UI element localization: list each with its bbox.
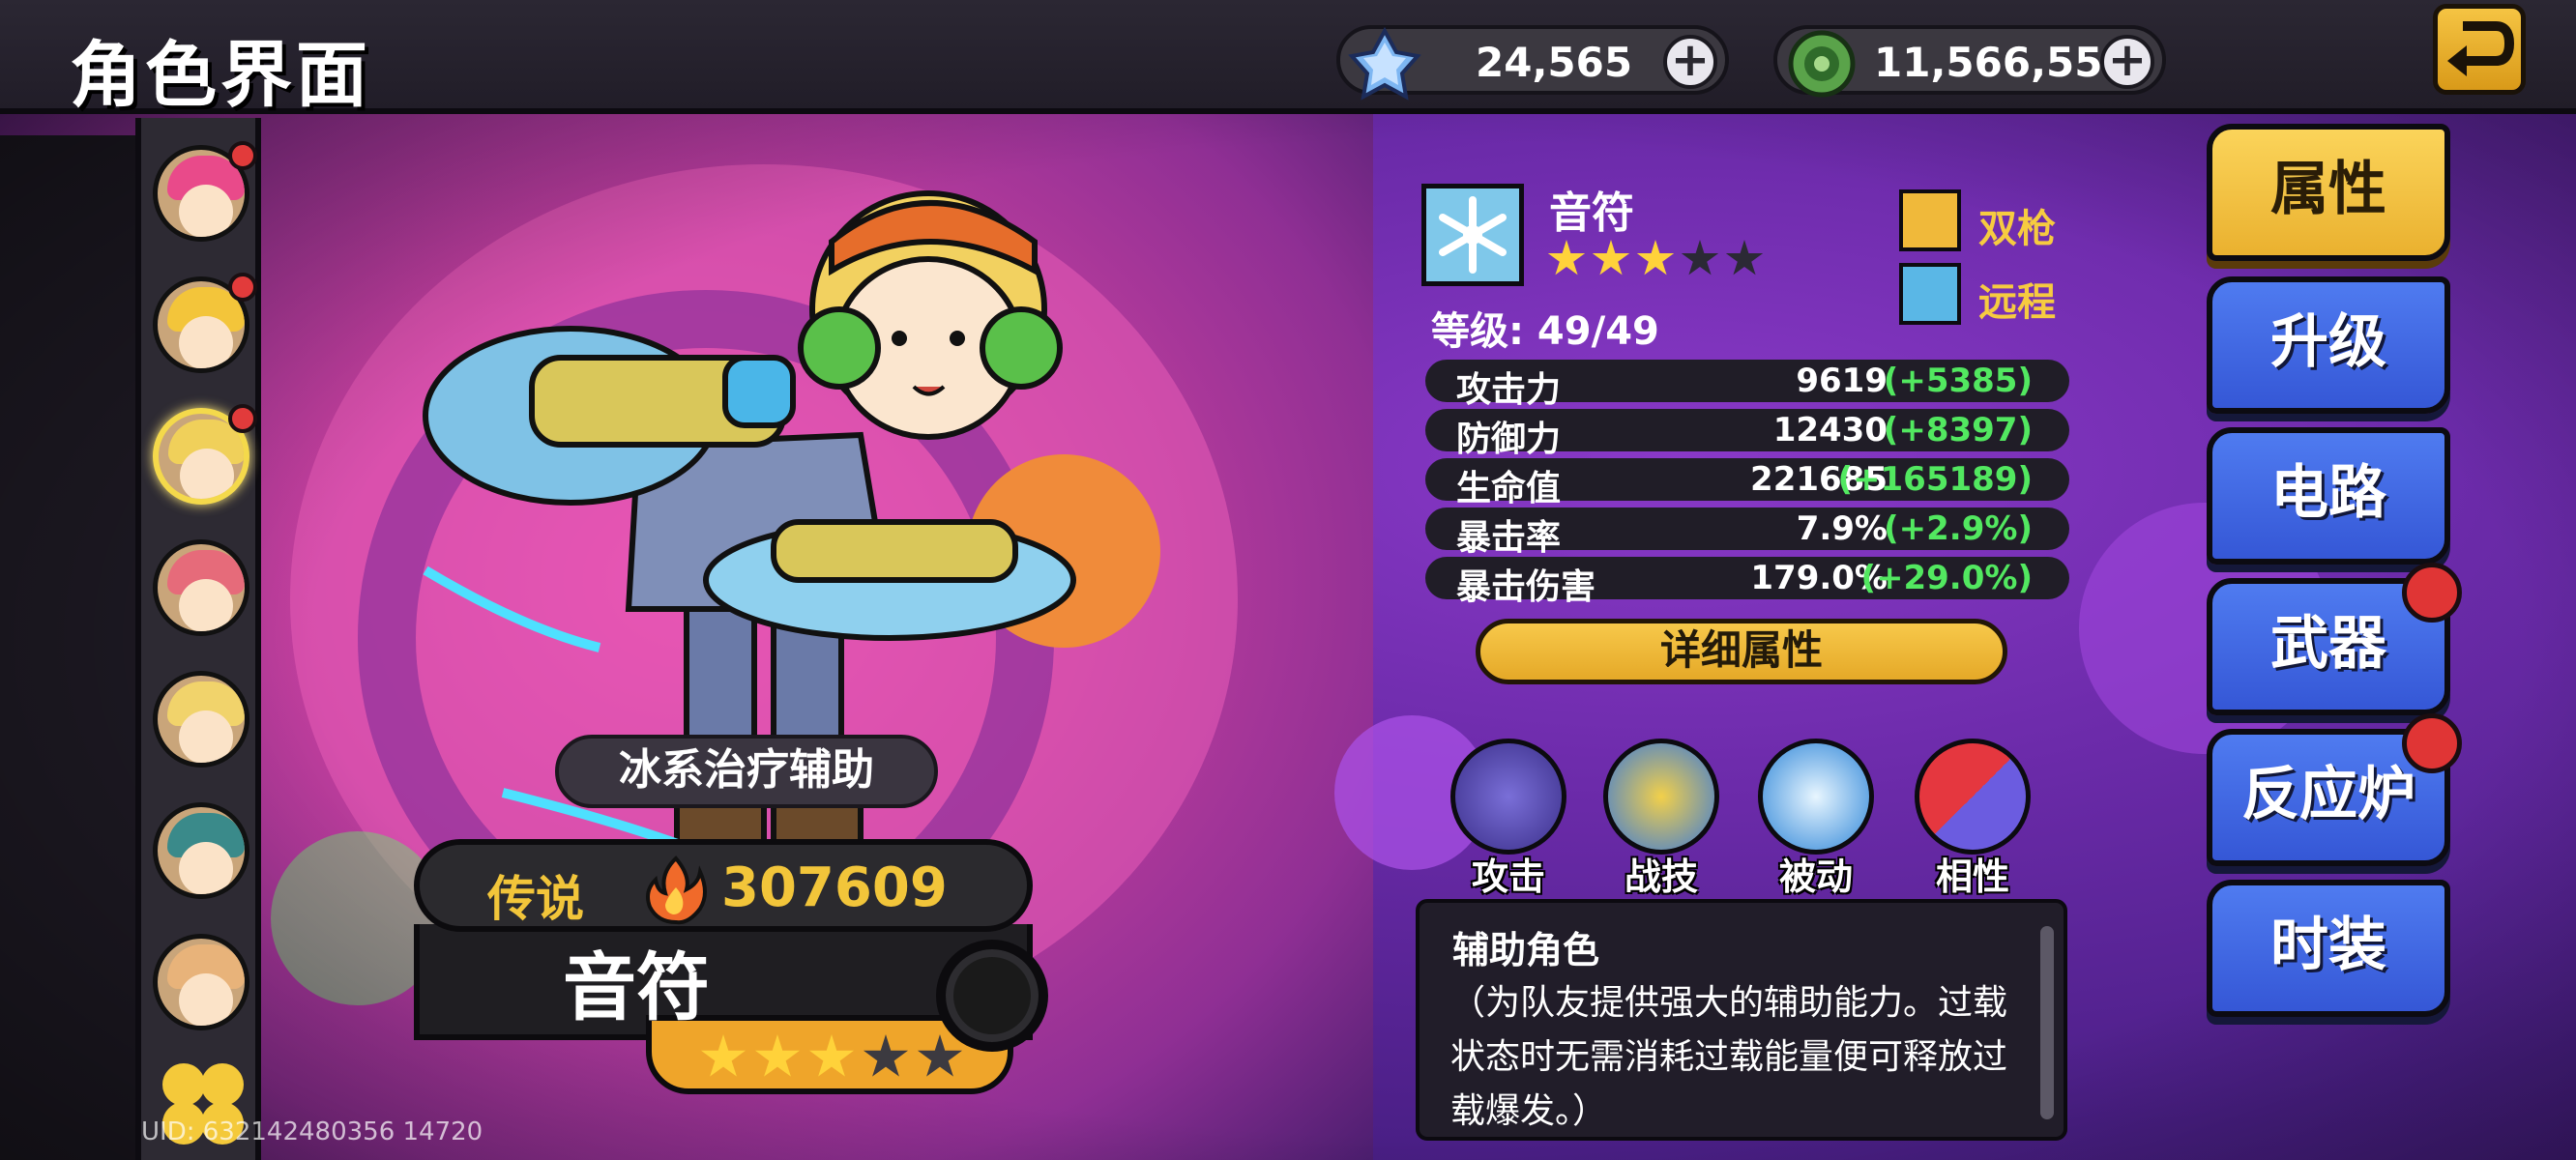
star-filled-icon — [1547, 240, 1586, 276]
coin-currency: 11,566,551 + — [1773, 25, 2166, 98]
star-empty-icon — [917, 1034, 963, 1077]
stat-bonus: (+5385) — [1883, 362, 2033, 400]
stat-name: 生命值 — [1456, 469, 1562, 508]
flame-power-icon — [646, 856, 707, 925]
skill-3-button[interactable]: 被动 — [1758, 739, 1874, 900]
character-avatar[interactable] — [153, 802, 249, 899]
crystal-amount: 24,565 — [1476, 39, 1633, 86]
star-filled-icon — [1636, 240, 1675, 276]
power-bar: 传说 307609 — [414, 839, 1033, 932]
character-name-large: 音符 — [563, 944, 710, 1030]
stat-row: 生命值 221685 (+165189) — [1425, 458, 2069, 508]
stat-row: 攻击力 9619 (+5385) — [1425, 360, 2069, 410]
star-empty-icon — [1725, 240, 1764, 276]
stat-name: 防御力 — [1456, 420, 1562, 459]
skill-1-button[interactable]: 攻击 — [1450, 739, 1566, 900]
crystal-icon — [1348, 27, 1421, 101]
stat-bonus: (+165189) — [1837, 460, 2033, 499]
bottlecap-coin-icon — [1788, 30, 1856, 98]
level-label: 等级: 49/49 — [1431, 309, 1659, 354]
top-bar: 角色界面 24,565 + 11,566,551 + — [0, 0, 2576, 117]
skill-4-button[interactable]: 相性 — [1915, 739, 2031, 900]
notification-badge — [2402, 713, 2462, 773]
tab-6[interactable]: 时装 — [2207, 880, 2450, 1017]
description-scrollbar[interactable] — [2040, 926, 2054, 1119]
stat-row: 防御力 12430 (+8397) — [1425, 409, 2069, 459]
notification-badge — [2402, 563, 2462, 623]
name-plate: 传说 307609 音符 — [414, 839, 1071, 1100]
city-skill-icon — [1603, 739, 1719, 855]
page-title: 角色界面 — [70, 34, 371, 117]
character-stars — [1547, 240, 1770, 282]
star-empty-icon — [863, 1034, 909, 1077]
uid-label: UID: 632142480356 14720 — [141, 1117, 483, 1146]
return-arrow-icon — [2447, 21, 2515, 76]
dual-gun-skill-icon — [1450, 739, 1566, 855]
stat-bonus: (+29.0%) — [1860, 559, 2033, 597]
snowflake-icon — [1439, 196, 1507, 274]
character-avatar[interactable] — [153, 539, 249, 636]
description-body: （为队友提供强大的辅助能力。过载状态时无需消耗过载能量便可释放过载爆发。） — [1450, 983, 2008, 1131]
stat-name: 暴击伤害 — [1456, 567, 1596, 607]
character-name: 音符 — [1549, 188, 1634, 238]
description-title: 辅助角色 — [1452, 929, 1600, 972]
add-crystal-button[interactable]: + — [1663, 35, 1717, 89]
ranged-type-icon — [1899, 263, 1961, 325]
add-coin-button[interactable]: + — [2100, 35, 2154, 89]
back-button[interactable] — [2433, 4, 2526, 95]
stat-value: 12430 — [1772, 411, 1888, 450]
stat-value: 9619 — [1796, 362, 1888, 400]
star-filled-icon — [808, 1034, 855, 1077]
skill-label: 攻击 — [1471, 856, 1545, 898]
tab-2[interactable]: 升级 — [2207, 276, 2450, 414]
background — [0, 0, 2576, 1160]
crystal-currency: 24,565 + — [1336, 25, 1729, 101]
character-avatar[interactable] — [153, 934, 249, 1030]
stat-name: 攻击力 — [1456, 370, 1562, 410]
skill-2-button[interactable]: 战技 — [1603, 739, 1719, 900]
tab-3[interactable]: 电路 — [2207, 427, 2450, 565]
stat-bonus: (+2.9%) — [1884, 509, 2033, 548]
stats-table: 攻击力 9619 (+5385) 防御力 12430 (+8397) 生命值 221685 (+… — [1425, 360, 2069, 607]
plate-ring-decoration — [936, 940, 1048, 1052]
notification-badge — [228, 273, 257, 302]
notification-badge — [228, 404, 257, 433]
stat-row: 暴击伤害 179.0% (+29.0%) — [1425, 557, 2069, 607]
wave-skill-icon — [1758, 739, 1874, 855]
skill-label: 相性 — [1935, 856, 2009, 898]
star-filled-icon — [1592, 240, 1630, 276]
element-badge — [1421, 184, 1524, 286]
role-tag: 冰系治疗辅助 — [555, 735, 938, 808]
star-filled-icon — [754, 1034, 801, 1077]
tab-1[interactable]: 属性 — [2207, 124, 2450, 261]
star-filled-icon — [700, 1034, 746, 1077]
dual-gun-type-icon — [1899, 189, 1961, 251]
stat-value: 7.9% — [1796, 509, 1888, 548]
skill-label: 战技 — [1624, 856, 1698, 898]
stat-name: 暴击率 — [1456, 518, 1562, 558]
stat-bonus: (+8397) — [1883, 411, 2033, 450]
affinity-skill-icon — [1915, 739, 2031, 855]
rarity-label: 传说 — [487, 871, 584, 927]
star-empty-icon — [1681, 240, 1719, 276]
character-avatar[interactable] — [153, 671, 249, 768]
description-box[interactable]: 辅助角色 （为队友提供强大的辅助能力。过载状态时无需消耗过载能量便可释放过载爆发… — [1416, 899, 2067, 1141]
stat-row: 暴击率 7.9% (+2.9%) — [1425, 508, 2069, 558]
character-list — [135, 118, 261, 1160]
notification-badge — [228, 141, 257, 170]
detail-stats-button[interactable]: 详细属性 — [1476, 619, 2007, 684]
power-value: 307609 — [721, 856, 948, 919]
paint-splat — [0, 135, 145, 1160]
coin-amount: 11,566,551 — [1874, 39, 2131, 86]
skill-label: 被动 — [1778, 856, 1853, 898]
